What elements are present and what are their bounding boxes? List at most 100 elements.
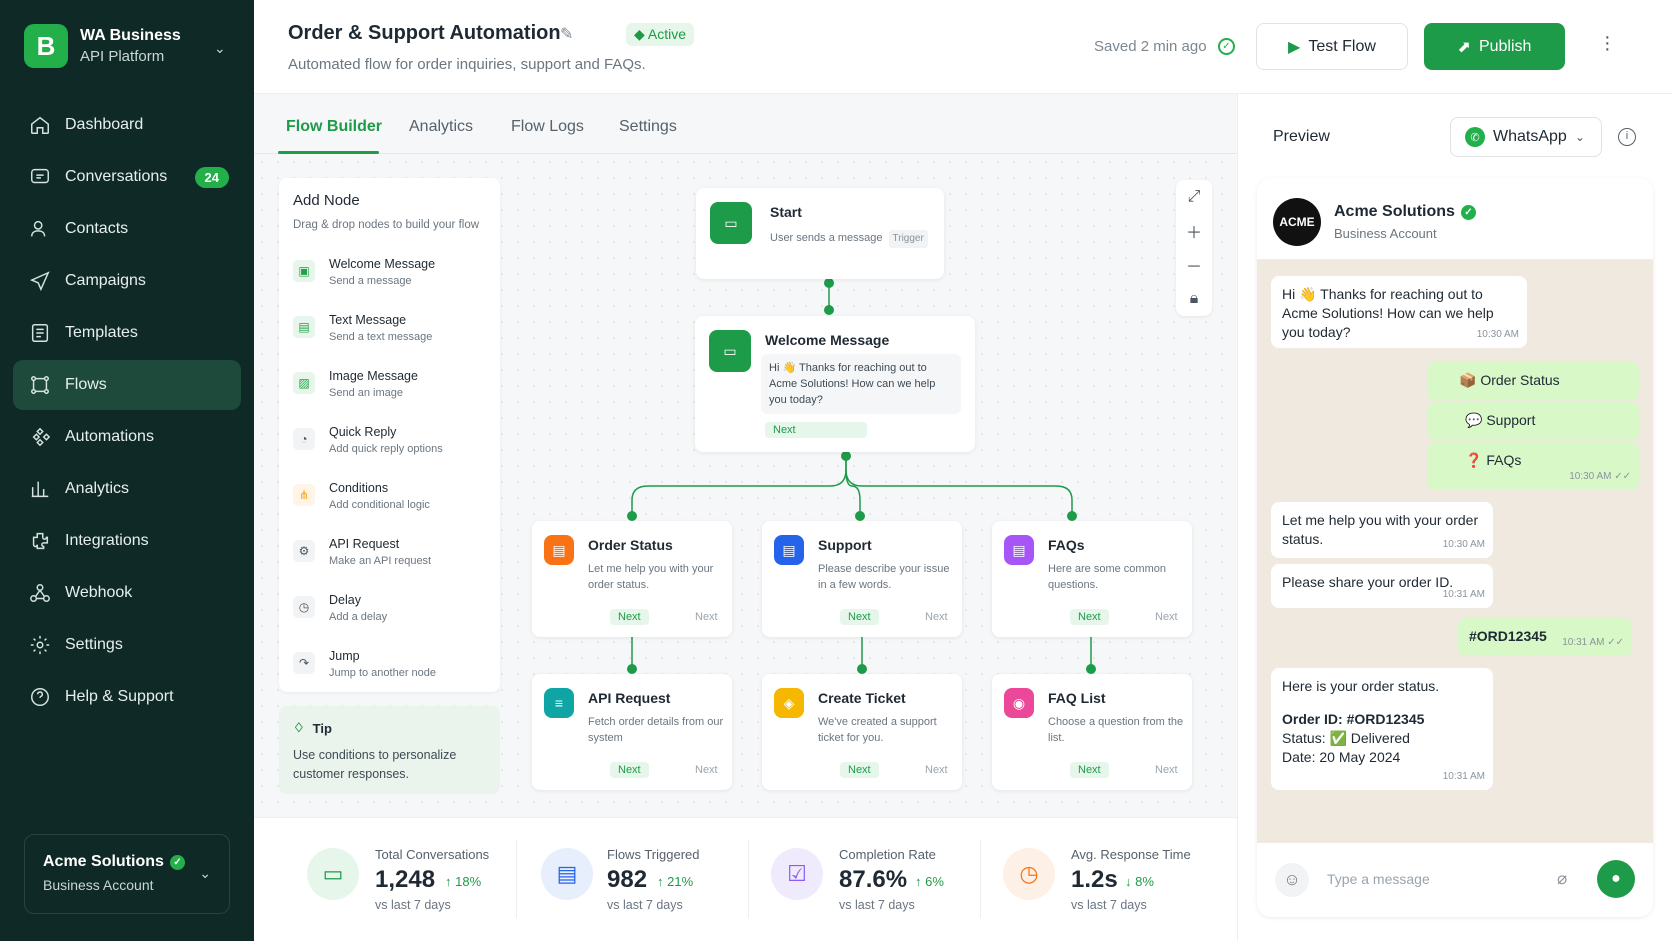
next-handle-secondary[interactable]: Next	[695, 764, 718, 776]
more-options-icon[interactable]: · · ·	[1604, 27, 1611, 59]
flow-title: Order & Support Automation	[288, 22, 561, 44]
fullscreen-icon[interactable]: ⤢	[1176, 180, 1212, 214]
node-start[interactable]: ▭ Start User sends a message Trigger	[696, 188, 944, 279]
palette-title: Jump	[329, 649, 360, 663]
stat-value: 1.2s	[1071, 866, 1118, 893]
nav-item-automations[interactable]: Automations	[13, 412, 241, 462]
tab-settings[interactable]: Settings	[619, 118, 677, 136]
node-palette-conditions[interactable]: ⋔ Conditions Add conditional logic	[293, 480, 430, 513]
quick-reply-order-status[interactable]: 📦 Order Status	[1427, 362, 1639, 400]
info-icon[interactable]: i	[1618, 128, 1636, 146]
node-faq-list[interactable]: ◉ FAQ List Choose a question from the li…	[992, 674, 1192, 790]
channel-select[interactable]: ✆ WhatsApp ⌄	[1450, 117, 1602, 157]
next-handle[interactable]: Next	[1070, 609, 1109, 625]
nav-item-campaigns[interactable]: Campaigns	[13, 256, 241, 306]
next-handle-secondary[interactable]: Next	[1155, 611, 1178, 623]
next-handle-secondary[interactable]: Next	[695, 611, 718, 623]
nav-item-templates[interactable]: Templates	[13, 308, 241, 358]
puzzle-icon	[32, 532, 49, 550]
message-text: Hi 👋 Thanks for reaching out to Acme Sol…	[1282, 286, 1494, 340]
saved-check-icon: ✓	[1218, 38, 1235, 55]
zoom-in-icon[interactable]: ＋	[1176, 214, 1212, 248]
database-icon: ≡	[544, 688, 574, 718]
nav-item-analytics[interactable]: Analytics	[13, 464, 241, 514]
nav-item-settings[interactable]: Settings	[13, 620, 241, 670]
next-handle[interactable]: Next	[610, 762, 649, 778]
palette-sub: Jump to another node	[329, 667, 437, 679]
stat-sub: vs last 7 days	[839, 898, 915, 912]
api-icon: ⚙	[293, 540, 315, 562]
nav-item-webhook[interactable]: Webhook	[13, 568, 241, 618]
lock-icon[interactable]: 🔒︎	[1176, 282, 1212, 316]
next-handle[interactable]: Next	[610, 609, 649, 625]
next-handle[interactable]: Next	[765, 422, 867, 438]
message-text: ❓ FAQs	[1465, 452, 1522, 468]
status-badge: ◆ Active	[626, 23, 695, 46]
account-switcher[interactable]: Acme Solutions ✓ Business Account ⌄	[24, 834, 230, 914]
node-order-status[interactable]: ▤ Order Status Let me help you with your…	[532, 521, 732, 637]
edit-pencil-icon[interactable]: ✎	[560, 24, 573, 44]
node-faqs[interactable]: ▤ FAQs Here are some common questions. N…	[992, 521, 1192, 637]
node-palette-welcome[interactable]: ▣ Welcome Message Send a message	[293, 256, 435, 289]
node-create-ticket[interactable]: ◈ Create Ticket We've created a support …	[762, 674, 962, 790]
node-palette-quick-reply[interactable]: ◔ Quick Reply Add quick reply options	[293, 424, 443, 457]
incoming-message: Here is your order status. Order ID: #OR…	[1271, 668, 1493, 790]
nav-item-contacts[interactable]: Contacts	[13, 204, 241, 254]
microphone-icon[interactable]: ●	[1597, 860, 1635, 898]
chat-messages: Hi 👋 Thanks for reaching out to Acme Sol…	[1257, 260, 1653, 843]
node-api-request[interactable]: ≡ API Request Fetch order details from o…	[532, 674, 732, 790]
message-input[interactable]: Type a message	[1327, 871, 1430, 887]
whatsapp-icon: ✆	[1465, 127, 1485, 147]
brand[interactable]: B WA Business API Platform	[24, 24, 181, 68]
nav-item-dashboard[interactable]: Dashboard	[13, 100, 241, 150]
node-support[interactable]: ▤ Support Please describe your issue in …	[762, 521, 962, 637]
test-flow-button[interactable]: ▶ Test Flow	[1256, 23, 1408, 70]
tab-flow-builder[interactable]: Flow Builder	[286, 118, 382, 136]
attachment-icon[interactable]: ⌀	[1557, 869, 1567, 889]
sidebar: B WA Business API Platform ⌄ Dashboard C…	[0, 0, 254, 941]
automation-icon	[32, 427, 51, 447]
brand-name: WA Business	[80, 27, 181, 44]
node-palette-api[interactable]: ⚙ API Request Make an API request	[293, 536, 431, 569]
nav-item-flows[interactable]: Flows	[13, 360, 241, 410]
palette-sub: Add quick reply options	[329, 443, 443, 455]
stat-delta: ↑ 18%	[445, 874, 482, 889]
chevron-down-icon[interactable]: ⌄	[214, 40, 226, 57]
next-handle-secondary[interactable]: Next	[925, 764, 948, 776]
stat-total-conversations: ▭ Total Conversations 1,248 ↑ 18% vs las…	[287, 832, 505, 922]
stat-value: 87.6%	[839, 866, 908, 893]
publish-button[interactable]: ⬈ Publish	[1424, 23, 1565, 70]
nav-item-help[interactable]: Help & Support	[13, 672, 241, 722]
tab-analytics[interactable]: Analytics	[409, 118, 473, 136]
palette-sub: Add a delay	[329, 611, 388, 623]
nav-item-conversations[interactable]: Conversations 24	[13, 152, 241, 202]
chat-preview: ACME Acme Solutions ✓ Business Account Hi…	[1257, 178, 1653, 917]
timer-icon: ◷	[1003, 848, 1055, 900]
next-handle-secondary[interactable]: Next	[925, 611, 948, 623]
stat-delta: ↑ 21%	[657, 874, 694, 889]
next-handle[interactable]: Next	[840, 609, 879, 625]
quick-reply-support[interactable]: 💬 Support	[1427, 402, 1639, 440]
nav-label: Integrations	[65, 532, 149, 549]
next-handle[interactable]: Next	[1070, 762, 1109, 778]
emoji-icon[interactable]: ☺	[1275, 863, 1309, 897]
next-handle[interactable]: Next	[840, 762, 879, 778]
node-palette-text[interactable]: ▤ Text Message Send a text message	[293, 312, 432, 345]
zoom-out-icon[interactable]: －	[1176, 248, 1212, 282]
message-text: Here is your order status.	[1282, 678, 1440, 694]
quick-reply-faqs[interactable]: ❓ FAQs 10:30 AM ✓✓	[1427, 442, 1639, 490]
node-palette-delay[interactable]: ◷ Delay Add a delay	[293, 592, 387, 625]
stat-completion-rate: ☑ Completion Rate 87.6% ↑ 6% vs last 7 d…	[751, 832, 969, 922]
node-welcome-message[interactable]: ▭ Welcome Message Hi 👋 Thanks for reachi…	[695, 316, 975, 452]
node-title: FAQ List	[1048, 690, 1106, 706]
play-icon: ▶	[1288, 38, 1301, 56]
node-palette-jump[interactable]: ↷ Jump Jump to another node	[293, 648, 436, 681]
tab-flow-logs[interactable]: Flow Logs	[511, 118, 584, 136]
next-handle-secondary[interactable]: Next	[1155, 764, 1178, 776]
palette-title: Welcome Message	[329, 257, 436, 271]
palette-sub: Make an API request	[329, 555, 432, 567]
palette-title: Quick Reply	[329, 425, 397, 439]
outgoing-message: #ORD12345 10:31 AM ✓✓	[1458, 618, 1632, 656]
node-palette-image[interactable]: ▨ Image Message Send an image	[293, 368, 418, 401]
nav-item-integrations[interactable]: Integrations	[13, 516, 241, 566]
